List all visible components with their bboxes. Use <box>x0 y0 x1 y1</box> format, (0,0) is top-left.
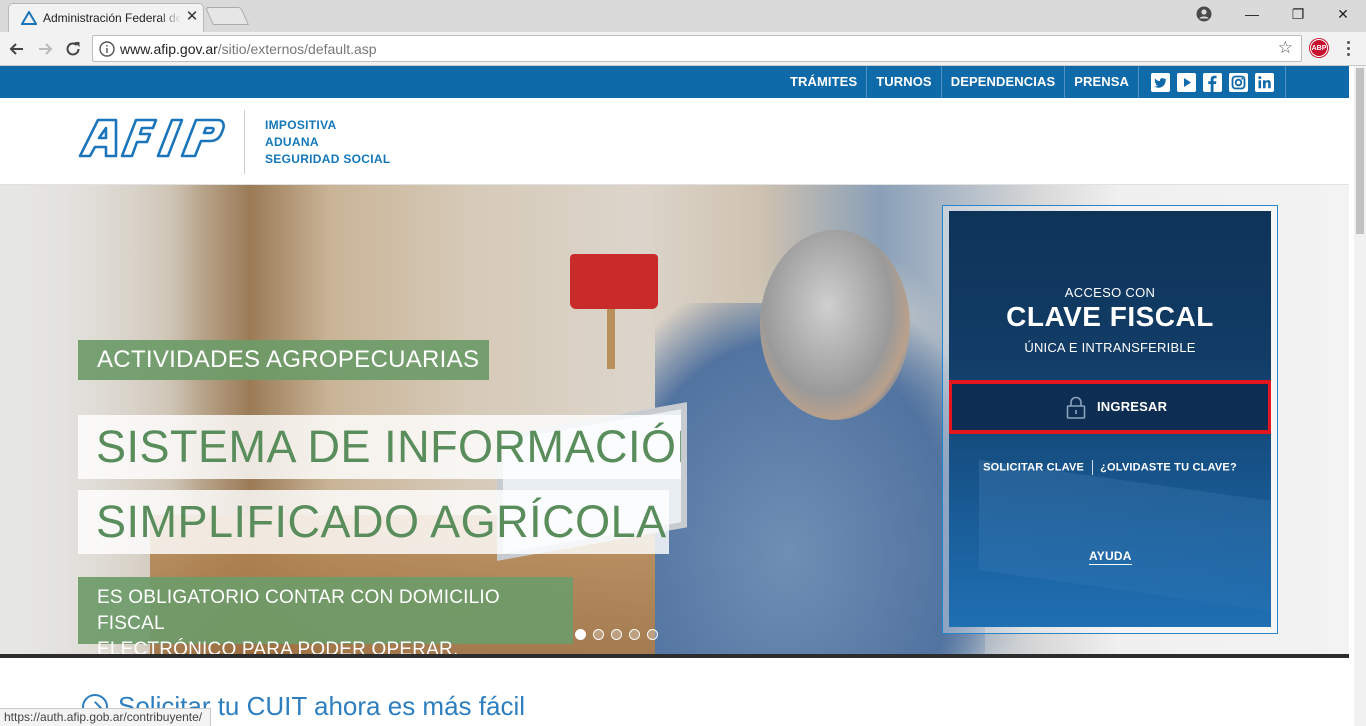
url-text[interactable]: www.afip.gov.ar/sitio/externos/default.a… <box>120 41 377 57</box>
lock-icon <box>1066 396 1086 419</box>
youtube-icon[interactable] <box>1177 72 1196 92</box>
url-host: www.afip.gov.ar <box>120 41 218 57</box>
profile-icon[interactable] <box>1196 6 1212 22</box>
carousel-dot-2[interactable] <box>593 629 604 640</box>
address-bar[interactable]: www.afip.gov.ar/sitio/externos/default.a… <box>92 35 1302 62</box>
scrollbar-thumb[interactable] <box>1356 68 1364 234</box>
header-divider <box>244 110 245 174</box>
tagline-aduana: ADUANA <box>265 135 319 149</box>
twitter-icon[interactable] <box>1151 72 1170 92</box>
top-navigation-bar: TRÁMITES TURNOS DEPENDENCIAS PRENSA <box>0 66 1349 98</box>
instagram-icon[interactable] <box>1229 72 1248 92</box>
forward-arrow-icon[interactable] <box>34 38 56 60</box>
hero-note-line2: ELECTRÓNICO PARA PODER OPERAR. <box>97 639 459 654</box>
minimize-button[interactable]: — <box>1229 0 1275 28</box>
login-pretitle: ACCESO CON <box>1064 285 1156 300</box>
browser-toolbar: www.afip.gov.ar/sitio/externos/default.a… <box>0 32 1366 66</box>
adblock-extension-icon[interactable]: ABP <box>1310 39 1328 57</box>
nav-tramites[interactable]: TRÁMITES <box>781 66 866 98</box>
tab-close-icon[interactable]: ✕ <box>184 9 200 25</box>
carousel-dot-5[interactable] <box>647 629 658 640</box>
tagline-seguridad-social: SEGURIDAD SOCIAL <box>265 152 391 166</box>
header-taglines: IMPOSITIVA ADUANA SEGURIDAD SOCIAL <box>265 117 390 168</box>
site-info-icon[interactable] <box>99 41 115 57</box>
hero-title-line1[interactable]: SISTEMA DE INFORMACIÓN <box>78 415 681 479</box>
login-photo-keyboard <box>979 459 1271 613</box>
hero-category[interactable]: ACTIVIDADES AGROPECUARIAS <box>78 340 489 380</box>
login-subtitle: ÚNICA E INTRANSFERIBLE <box>1024 340 1196 355</box>
hero-photo-lamp <box>570 254 658 309</box>
hero-photo-lamp-stem <box>607 309 615 369</box>
hero-note-line1: ES OBLIGATORIO CONTAR CON DOMICILIO FISC… <box>97 587 500 634</box>
links-separator <box>1092 460 1094 475</box>
linkedin-icon[interactable] <box>1255 72 1274 92</box>
carousel-dots <box>575 629 658 640</box>
maximize-button[interactable]: ❐ <box>1275 0 1321 28</box>
close-window-button[interactable]: ✕ <box>1320 0 1366 28</box>
hero-note[interactable]: ES OBLIGATORIO CONTAR CON DOMICILIO FISC… <box>78 577 573 654</box>
bookmark-star-icon[interactable]: ☆ <box>1278 39 1293 57</box>
ingresar-button[interactable]: INGRESAR <box>949 380 1271 434</box>
nav-turnos[interactable]: TURNOS <box>866 66 941 98</box>
browser-menu-icon[interactable] <box>1344 38 1352 60</box>
hero-title-line2[interactable]: SIMPLIFICADO AGRÍCOLA <box>78 490 669 554</box>
ingresar-label: INGRESAR <box>1097 399 1168 414</box>
tagline-impositiva: IMPOSITIVA <box>265 118 337 132</box>
hero-photo-head <box>760 230 910 420</box>
top-nav: TRÁMITES TURNOS DEPENDENCIAS PRENSA <box>781 66 1286 98</box>
login-title: CLAVE FISCAL <box>1006 301 1214 332</box>
site-header: IMPOSITIVA ADUANA SEGURIDAD SOCIAL <box>0 98 1349 185</box>
url-path: /sitio/externos/default.asp <box>217 41 377 57</box>
page-scrollbar[interactable] <box>1354 66 1366 726</box>
ayuda-link[interactable]: AYUDA <box>1089 549 1132 565</box>
facebook-icon[interactable] <box>1203 72 1222 92</box>
afip-logo[interactable] <box>78 116 226 162</box>
browser-tab[interactable]: Administración Federal de Ingresos Públi… <box>8 3 204 32</box>
nav-dependencias[interactable]: DEPENDENCIAS <box>940 66 1065 98</box>
nav-prensa[interactable]: PRENSA <box>1064 66 1138 98</box>
carousel-dot-3[interactable] <box>611 629 622 640</box>
social-links <box>1138 66 1286 98</box>
clave-fiscal-panel: ACCESO CON CLAVE FISCAL ÚNICA E INTRANSF… <box>949 211 1271 627</box>
afip-favicon-icon <box>21 11 37 25</box>
tab-title: Administración Federal de Ingresos Públi… <box>43 11 181 25</box>
status-bar-url: https://auth.afip.gob.ar/contribuyente/ <box>0 708 212 726</box>
login-links: SOLICITAR CLAVE ¿OLVIDASTE TU CLAVE? <box>949 460 1271 475</box>
carousel-dot-1[interactable] <box>575 629 586 640</box>
reload-icon[interactable] <box>62 38 84 60</box>
solicitar-clave-link[interactable]: SOLICITAR CLAVE <box>983 461 1084 473</box>
olvidaste-clave-link[interactable]: ¿OLVIDASTE TU CLAVE? <box>1100 461 1237 473</box>
new-tab-button[interactable] <box>204 7 250 25</box>
carousel-dot-4[interactable] <box>629 629 640 640</box>
browser-titlebar: Administración Federal de Ingresos Públi… <box>0 0 1366 32</box>
back-arrow-icon[interactable] <box>6 38 28 60</box>
